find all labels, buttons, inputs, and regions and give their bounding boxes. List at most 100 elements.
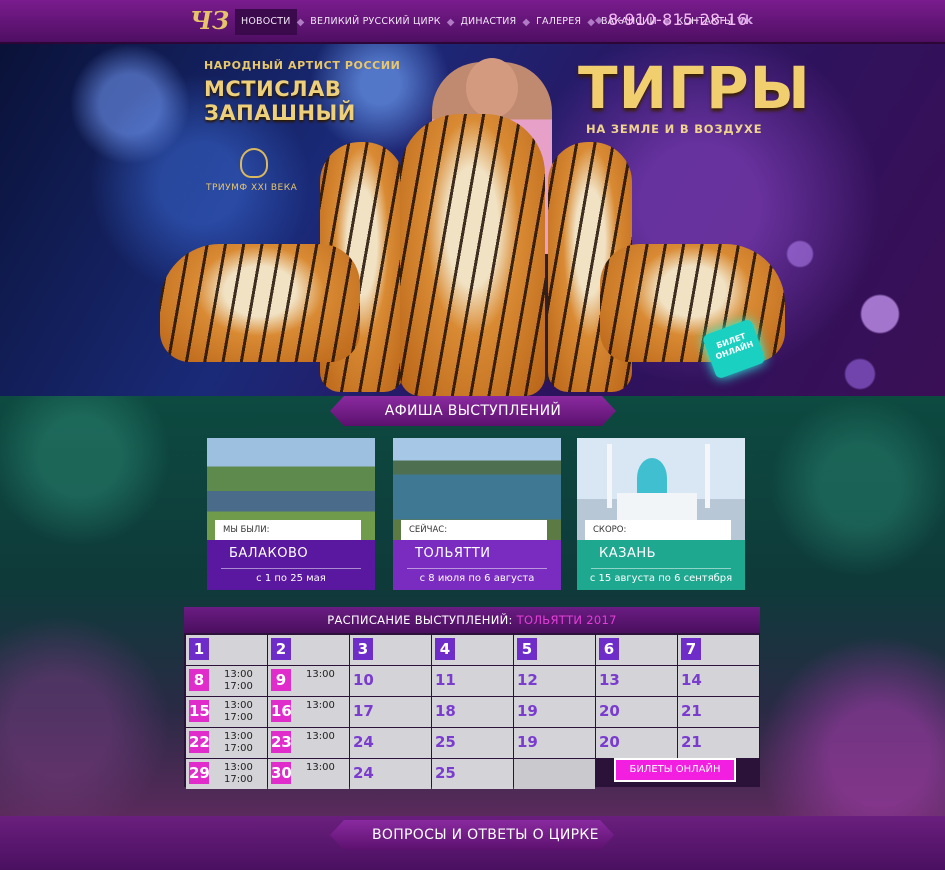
show-time: 17:00: [224, 773, 253, 785]
schedule-cell[interactable]: 15 13:00 17:00: [186, 697, 267, 727]
schedule-cell[interactable]: 13: [596, 666, 677, 696]
hero-title: ТИГРЫ: [578, 54, 811, 122]
nav-item[interactable]: Новости: [235, 9, 297, 35]
schedule-day-number: 12: [517, 671, 538, 689]
schedule-cell[interactable]: 12: [514, 666, 595, 696]
schedule-cell[interactable]: 21: [678, 697, 759, 727]
schedule-day-number: 21: [681, 733, 702, 751]
schedule-times: 13:00: [306, 762, 335, 774]
schedule-cell[interactable]: 21: [678, 728, 759, 758]
schedule-cell[interactable]: 8 13:00 17:00: [186, 666, 267, 696]
afisha-heading: Афиша выступлений: [330, 396, 616, 426]
schedule-cell[interactable]: 7: [678, 635, 759, 665]
schedule-day-number: 20: [599, 733, 620, 751]
schedule-cell[interactable]: 16 13:00: [268, 697, 349, 727]
schedule-cell[interactable]: 19: [514, 697, 595, 727]
schedule-cell[interactable]: 14: [678, 666, 759, 696]
schedule-day-number: 16: [271, 700, 292, 722]
schedule-day-number: 21: [681, 702, 702, 720]
schedule-cell[interactable]: 24: [350, 728, 431, 758]
schedule-day-number: 19: [517, 702, 538, 720]
city-card-upcoming[interactable]: Скоро: КАЗАНЬ с 15 августа по 6 сентября: [577, 438, 745, 590]
schedule-day-number: 9: [271, 669, 291, 691]
schedule-day-number: 7: [681, 638, 701, 660]
schedule-day-number: 5: [517, 638, 537, 660]
mosque-dome-shape: [637, 458, 667, 498]
city-photo: Мы были:: [207, 438, 375, 540]
nav-item[interactable]: Великий Русский цирк: [304, 9, 446, 35]
card-status-tag: Сейчас:: [401, 520, 547, 540]
card-dates: с 1 по 25 мая: [256, 573, 326, 584]
city-card-past[interactable]: Мы были: БАЛАКОВО с 1 по 25 мая: [207, 438, 375, 590]
show-time: 13:00: [306, 669, 335, 680]
schedule-times: 13:00: [306, 700, 335, 712]
card-dates: с 15 августа по 6 сентября: [589, 573, 733, 584]
hero-name-line1: Мстислав: [204, 77, 342, 101]
hero-subtitle: Народный артист России: [204, 59, 401, 72]
schedule-cell[interactable]: 30 13:00: [268, 759, 349, 789]
vk-icon[interactable]: vk: [737, 13, 753, 27]
minaret-shape: [607, 444, 612, 508]
schedule-day-number: 3: [353, 638, 373, 660]
schedule-cell[interactable]: 25: [432, 728, 513, 758]
triumph-emblem-icon: [240, 148, 268, 178]
schedule-cell[interactable]: 3: [350, 635, 431, 665]
schedule-cell[interactable]: 4: [432, 635, 513, 665]
phone-separator: ◆: [595, 15, 603, 26]
card-divider: [407, 568, 547, 569]
schedule-cell[interactable]: 24: [350, 759, 431, 789]
schedule-day-number: 17: [353, 702, 374, 720]
schedule-day-number: 18: [435, 702, 456, 720]
phone-number[interactable]: 8-910-815-28-16: [608, 10, 748, 29]
show-time: 13:00: [224, 669, 253, 680]
card-status-tag: Мы были:: [215, 520, 361, 540]
schedule-cell[interactable]: 5: [514, 635, 595, 665]
schedule-title: Расписание выступлений:: [327, 613, 513, 627]
show-time: 13:00: [306, 731, 335, 742]
schedule-day-number: 30: [271, 762, 292, 784]
schedule-cell[interactable]: 10: [350, 666, 431, 696]
schedule-cell[interactable]: 17: [350, 697, 431, 727]
schedule-city-highlight: ТОЛЬЯТТИ 2017: [516, 613, 617, 627]
site-logo[interactable]: ЧЗ: [190, 5, 229, 37]
schedule-cell[interactable]: 19: [514, 728, 595, 758]
nav-item[interactable]: Династия: [454, 9, 522, 35]
schedule-cell[interactable]: 2: [268, 635, 349, 665]
schedule-times: 13:00: [306, 731, 335, 743]
schedule-cell[interactable]: 25: [432, 759, 513, 789]
nav-separator: ◆: [522, 16, 531, 28]
schedule-heading: Расписание выступлений: ТОЛЬЯТТИ 2017: [184, 607, 760, 633]
minaret-shape: [705, 444, 710, 508]
schedule-day-number: 1: [189, 638, 209, 660]
show-time: 13:00: [224, 762, 253, 773]
schedule-cell[interactable]: 23 13:00: [268, 728, 349, 758]
card-city-name: ТОЛЬЯТТИ: [415, 546, 491, 561]
schedule-cell[interactable]: 6: [596, 635, 677, 665]
buy-tickets-button[interactable]: Билеты онлайн: [614, 758, 736, 782]
card-city-name: КАЗАНЬ: [599, 546, 657, 561]
card-dates: с 8 июля по 6 августа: [419, 573, 535, 584]
schedule-day-number: 29: [189, 762, 210, 784]
show-time: 13:00: [224, 731, 253, 742]
schedule-cell: [514, 759, 595, 789]
city-photo: Скоро:: [577, 438, 745, 540]
show-time: 13:00: [306, 762, 335, 773]
show-time: 17:00: [224, 742, 253, 754]
schedule-cell[interactable]: 9 13:00: [268, 666, 349, 696]
mosque-body-shape: [617, 493, 697, 523]
card-divider: [221, 568, 361, 569]
city-card-current[interactable]: Сейчас: ТОЛЬЯТТИ с 8 июля по 6 августа: [393, 438, 561, 590]
schedule-day-number: 14: [681, 671, 702, 689]
faq-heading: Вопросы и ответы о цирке: [330, 820, 614, 850]
schedule-cell[interactable]: 29 13:00 17:00: [186, 759, 267, 789]
card-city-name: БАЛАКОВО: [229, 546, 309, 561]
nav-separator: ◆: [446, 16, 455, 28]
nav-item[interactable]: Галерея: [530, 9, 587, 35]
schedule-cell[interactable]: 18: [432, 697, 513, 727]
schedule-cell[interactable]: 22 13:00 17:00: [186, 728, 267, 758]
schedule-cell[interactable]: 11: [432, 666, 513, 696]
show-time: 17:00: [224, 711, 253, 723]
schedule-cell[interactable]: 20: [596, 728, 677, 758]
schedule-cell[interactable]: 20: [596, 697, 677, 727]
schedule-cell[interactable]: 1: [186, 635, 267, 665]
